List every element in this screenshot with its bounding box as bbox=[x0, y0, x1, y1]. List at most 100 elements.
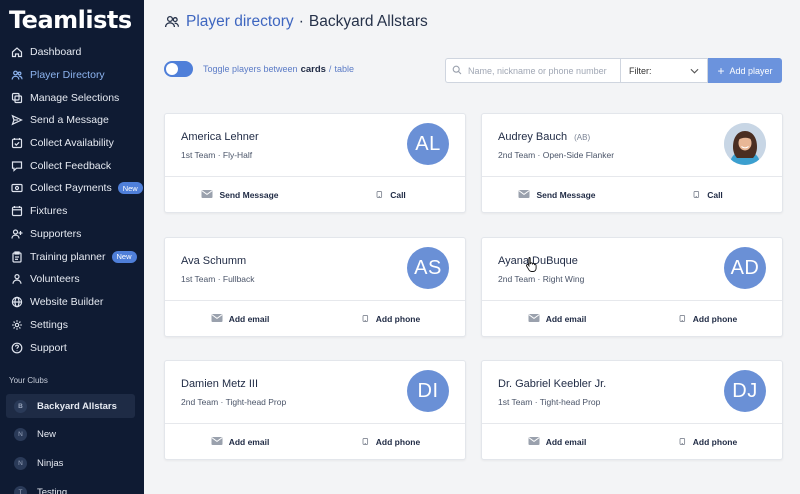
sidebar-item-settings[interactable]: Settings bbox=[0, 313, 144, 336]
player-avatar[interactable]: AS bbox=[407, 247, 449, 289]
player-name[interactable]: America Lehner bbox=[181, 131, 259, 143]
add-email-button[interactable]: Add email bbox=[165, 423, 315, 461]
club-name: Backyard Allstars bbox=[37, 400, 117, 412]
filter-label: Filter: bbox=[629, 65, 652, 76]
player-name[interactable]: Ayana DuBuque bbox=[498, 255, 578, 267]
email-icon bbox=[211, 436, 229, 448]
search-box[interactable] bbox=[445, 58, 620, 83]
player-card[interactable]: America Lehner 1st Team · Fly-Half AL Se… bbox=[164, 113, 466, 213]
gear-icon bbox=[11, 319, 23, 331]
action-label: Add email bbox=[545, 437, 587, 447]
sidebar-item-collect-availability[interactable]: Collect Availability bbox=[0, 132, 144, 155]
player-team-position: 2nd Team · Tight-head Prop bbox=[181, 397, 287, 407]
sidebar-item-player-directory[interactable]: Player Directory bbox=[0, 64, 144, 87]
action-label: Add email bbox=[228, 437, 270, 447]
add-email-button[interactable]: Add email bbox=[482, 300, 632, 338]
sidebar-item-label: Supporters bbox=[30, 227, 82, 240]
call-button[interactable]: Call bbox=[633, 176, 783, 214]
sidebar-item-website-builder[interactable]: Website Builder bbox=[0, 291, 144, 314]
add-phone-button[interactable]: Add phone bbox=[633, 300, 783, 338]
club-avatar: T bbox=[14, 485, 27, 494]
sidebar-item-label: Send a Message bbox=[30, 114, 109, 127]
player-avatar[interactable]: DI bbox=[407, 370, 449, 412]
player-name[interactable]: Dr. Gabriel Keebler Jr. bbox=[498, 378, 606, 390]
sidebar-item-collect-payments[interactable]: Collect Payments New bbox=[0, 177, 144, 200]
player-card[interactable]: Audrey Bauch (AB) 2nd Team · Open-Side Fl… bbox=[481, 113, 783, 213]
player-name[interactable]: Audrey Bauch bbox=[498, 131, 567, 143]
sidebar-item-fixtures[interactable]: Fixtures bbox=[0, 200, 144, 223]
filter-select[interactable]: Filter: bbox=[620, 58, 708, 83]
volunteers-icon bbox=[11, 273, 23, 285]
email-icon bbox=[211, 313, 229, 325]
search-input[interactable] bbox=[468, 65, 608, 76]
email-icon bbox=[518, 189, 536, 201]
player-avatar[interactable]: AL bbox=[407, 123, 449, 165]
call-button[interactable]: Call bbox=[316, 176, 466, 214]
toggle-prefix: Toggle players between bbox=[203, 64, 298, 74]
app-logo[interactable]: Teamlists bbox=[9, 6, 132, 34]
add-phone-button[interactable]: Add phone bbox=[316, 423, 466, 461]
toggle-table-option[interactable]: table bbox=[334, 64, 354, 74]
sidebar-item-manage-selections[interactable]: Manage Selections bbox=[0, 86, 144, 109]
player-avatar[interactable]: DJ bbox=[724, 370, 766, 412]
club-item[interactable]: B Backyard Allstars bbox=[6, 394, 135, 418]
new-badge: New bbox=[117, 182, 143, 195]
add-phone-button[interactable]: Add phone bbox=[633, 423, 783, 461]
send-message-button[interactable]: Send Message bbox=[482, 176, 632, 214]
sidebar-item-send-a-message[interactable]: Send a Message bbox=[0, 109, 144, 132]
sidebar-item-label: Collect Payments bbox=[30, 182, 112, 195]
toggle-cards-option[interactable]: cards bbox=[301, 64, 326, 75]
phone-icon bbox=[362, 436, 376, 449]
view-toggle[interactable] bbox=[164, 61, 193, 77]
add-email-button[interactable]: Add email bbox=[482, 423, 632, 461]
sidebar-item-volunteers[interactable]: Volunteers bbox=[0, 268, 144, 291]
sidebar-item-training-planner[interactable]: Training planner New bbox=[0, 245, 144, 268]
supporters-icon bbox=[11, 228, 23, 240]
sidebar-item-label: Dashboard bbox=[30, 46, 82, 59]
sidebar-item-supporters[interactable]: Supporters bbox=[0, 223, 144, 246]
player-card[interactable]: Damien Metz III 2nd Team · Tight-head Pr… bbox=[164, 360, 466, 460]
email-icon bbox=[201, 189, 219, 201]
new-badge: New bbox=[111, 250, 137, 263]
send-message-button[interactable]: Send Message bbox=[165, 176, 315, 214]
sidebar-item-label: Volunteers bbox=[30, 273, 80, 286]
phone-icon bbox=[679, 313, 693, 326]
main-content: Player directory · Backyard Allstars Tog… bbox=[144, 0, 800, 494]
player-avatar[interactable]: AD bbox=[724, 247, 766, 289]
add-email-button[interactable]: Add email bbox=[165, 300, 315, 338]
club-item[interactable]: N Ninjas bbox=[6, 451, 135, 475]
sidebar-item-collect-feedback[interactable]: Collect Feedback bbox=[0, 154, 144, 177]
action-label: Add phone bbox=[375, 314, 421, 324]
player-avatar[interactable] bbox=[724, 123, 766, 165]
sidebar: Teamlists Dashboard Player Directory Manag… bbox=[0, 0, 144, 494]
sidebar-item-label: Collect Feedback bbox=[30, 159, 112, 172]
send-icon bbox=[11, 114, 23, 126]
toggle-slash: / bbox=[328, 64, 332, 74]
club-avatar: N bbox=[14, 427, 27, 441]
club-item[interactable]: N New bbox=[6, 422, 135, 446]
player-card[interactable]: Dr. Gabriel Keebler Jr. 1st Team · Tight… bbox=[481, 360, 783, 460]
sidebar-item-label: Fixtures bbox=[30, 205, 68, 218]
sidebar-item-label: Settings bbox=[30, 318, 68, 331]
sidebar-item-support[interactable]: Support bbox=[0, 337, 144, 360]
action-label: Call bbox=[707, 190, 723, 200]
club-avatar: B bbox=[14, 399, 27, 413]
player-card[interactable]: Ayana DuBuque 2nd Team · Right Wing AD A… bbox=[481, 237, 783, 337]
player-card[interactable]: Ava Schumm 1st Team · Fullback AS Add em… bbox=[164, 237, 466, 337]
players-icon bbox=[11, 69, 23, 81]
payments-icon bbox=[11, 182, 23, 194]
search-icon bbox=[452, 62, 468, 80]
player-name[interactable]: Ava Schumm bbox=[181, 255, 246, 267]
home-icon bbox=[11, 46, 23, 58]
sidebar-item-label: Training planner bbox=[30, 250, 106, 263]
player-name[interactable]: Damien Metz III bbox=[181, 378, 258, 390]
page-header: Player directory · Backyard Allstars bbox=[164, 13, 428, 31]
plus-icon: + bbox=[717, 63, 725, 78]
add-player-button[interactable]: + Add player bbox=[708, 58, 782, 83]
phone-icon bbox=[679, 436, 693, 449]
sidebar-item-dashboard[interactable]: Dashboard bbox=[0, 41, 144, 64]
player-team-position: 1st Team · Tight-head Prop bbox=[498, 397, 601, 407]
calendar-check-icon bbox=[11, 137, 23, 149]
club-item[interactable]: T Testing bbox=[6, 480, 135, 494]
add-phone-button[interactable]: Add phone bbox=[316, 300, 466, 338]
